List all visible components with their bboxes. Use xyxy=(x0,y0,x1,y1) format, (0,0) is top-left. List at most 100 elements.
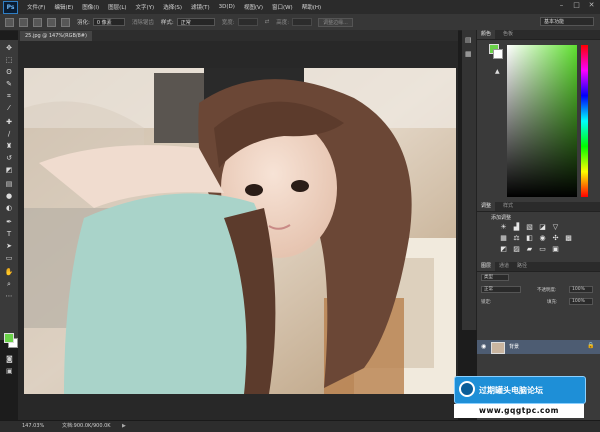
intersect-selection-icon[interactable] xyxy=(61,17,70,27)
maximize-icon[interactable]: □ xyxy=(572,1,581,10)
type-tool-icon[interactable]: T xyxy=(4,230,14,239)
brightness-icon[interactable]: ☀ xyxy=(499,223,508,231)
zoom-level[interactable]: 147.03% xyxy=(22,421,44,432)
tab-swatches[interactable]: 色板 xyxy=(499,30,517,39)
marquee-tool-preset-icon[interactable] xyxy=(5,17,14,27)
style-label: 样式: xyxy=(160,20,174,26)
swap-icon[interactable]: ⇄ xyxy=(265,19,270,25)
vibrance-icon[interactable]: ▽ xyxy=(551,223,560,231)
menu-view[interactable]: 视图(V) xyxy=(244,3,263,11)
layer-name[interactable]: 背景 xyxy=(509,343,519,350)
clone-stamp-tool-icon[interactable]: ♜ xyxy=(4,142,14,151)
hue-saturation-icon[interactable]: ▦ xyxy=(499,234,508,242)
more-tools-icon[interactable]: ⋯ xyxy=(4,292,14,301)
gamut-warning-icon: ▲ xyxy=(495,68,500,75)
canvas-photo[interactable] xyxy=(24,68,456,394)
blend-mode-select[interactable]: 正常 xyxy=(481,286,521,293)
black-white-icon[interactable]: ◧ xyxy=(525,234,534,242)
minimize-icon[interactable]: – xyxy=(557,1,566,10)
lasso-tool-icon[interactable]: ʘ xyxy=(4,68,14,77)
menu-filter[interactable]: 滤镜(T) xyxy=(191,3,210,11)
layer-row-background[interactable]: ◉ 背景 🔒 xyxy=(477,340,600,354)
tab-channels[interactable]: 通道 xyxy=(495,262,513,271)
selective-color-icon[interactable]: ▣ xyxy=(551,245,560,253)
menu-select[interactable]: 选择(S) xyxy=(163,3,182,11)
menu-type[interactable]: 文字(Y) xyxy=(136,3,155,11)
gradient-map-icon[interactable]: ▭ xyxy=(538,245,547,253)
layers-panel-header: 图层 通道 路径 xyxy=(477,262,600,272)
feather-input[interactable]: 0 像素 xyxy=(92,18,125,26)
photo-image xyxy=(24,68,456,394)
document-tab[interactable]: 25.jpg @ 147%(RGB/8#) xyxy=(20,31,92,41)
height-input[interactable] xyxy=(292,18,313,26)
feather-label: 羽化: xyxy=(77,20,90,26)
doc-info: 文档:900.0K/900.0K xyxy=(62,423,111,429)
fill-input[interactable]: 100% xyxy=(569,298,593,305)
healing-brush-tool-icon[interactable]: ✚ xyxy=(4,118,14,127)
visibility-eye-icon[interactable]: ◉ xyxy=(481,343,486,350)
color-field[interactable] xyxy=(507,45,577,197)
foreground-color-swatch[interactable] xyxy=(4,333,14,343)
photo-filter-icon[interactable]: ◉ xyxy=(538,234,547,242)
channel-mixer-icon[interactable]: ✣ xyxy=(551,234,560,242)
workspace-select[interactable]: 基本功能 xyxy=(540,17,594,26)
screen-mode-icon[interactable]: ▣ xyxy=(6,367,13,375)
status-menu-icon[interactable]: ▶ xyxy=(122,421,126,432)
menu-file[interactable]: 文件(F) xyxy=(27,3,45,11)
dodge-tool-icon[interactable]: ◐ xyxy=(4,204,14,213)
menu-image[interactable]: 图像(I) xyxy=(82,3,99,11)
marquee-tool-icon[interactable]: ⬚ xyxy=(4,56,14,65)
close-icon[interactable]: ✕ xyxy=(587,1,596,10)
eraser-tool-icon[interactable]: ◩ xyxy=(4,166,14,175)
tab-adjustments[interactable]: 调整 xyxy=(477,202,496,211)
forum-logo-icon xyxy=(459,381,475,397)
color-panel-header: 颜色 色板 xyxy=(477,30,600,40)
subtract-selection-icon[interactable] xyxy=(47,17,56,27)
tab-color[interactable]: 颜色 xyxy=(477,30,496,39)
threshold-icon[interactable]: ▰ xyxy=(525,245,534,253)
brush-tool-icon[interactable]: ∕ xyxy=(4,130,14,139)
path-select-tool-icon[interactable]: ➤ xyxy=(4,242,14,251)
style-select[interactable]: 正常 xyxy=(176,18,215,26)
tab-styles[interactable]: 样式 xyxy=(499,202,517,211)
opacity-input[interactable]: 100% xyxy=(569,286,593,293)
quick-select-tool-icon[interactable]: ✎ xyxy=(4,80,14,89)
hand-tool-icon[interactable]: ✋ xyxy=(4,268,14,277)
curves-icon[interactable]: ▧ xyxy=(525,223,534,231)
color-balance-icon[interactable]: ⚖ xyxy=(512,234,521,242)
menu-layer[interactable]: 图层(L) xyxy=(108,3,126,11)
history-panel-icon[interactable]: ▤ xyxy=(465,36,472,44)
forum-watermark: 过期罐头电脑论坛 xyxy=(454,376,586,404)
levels-icon[interactable]: ▟ xyxy=(512,223,521,231)
pen-tool-icon[interactable]: ✒ xyxy=(4,218,14,227)
tab-layers[interactable]: 图层 xyxy=(477,262,496,271)
width-input[interactable] xyxy=(237,18,258,26)
menu-edit[interactable]: 编辑(E) xyxy=(54,3,73,11)
adjustment-icons: ☀ ▟ ▧ ◪ ▽ ▦ ⚖ ◧ ◉ ✣ ▩ ◩ ▨ ▰ ▭ ▣ xyxy=(499,223,579,253)
color-lookup-icon[interactable]: ▩ xyxy=(564,234,573,242)
tab-paths[interactable]: 路径 xyxy=(513,262,531,271)
history-brush-tool-icon[interactable]: ↺ xyxy=(4,154,14,163)
antialias-checkbox[interactable]: 消除锯齿 xyxy=(132,18,154,26)
shape-tool-icon[interactable]: ▭ xyxy=(4,254,14,263)
posterize-icon[interactable]: ▨ xyxy=(512,245,521,253)
refine-edge-button[interactable]: 调整边缘... xyxy=(318,17,353,27)
exposure-icon[interactable]: ◪ xyxy=(538,223,547,231)
color-panel-background[interactable] xyxy=(493,49,503,59)
add-selection-icon[interactable] xyxy=(33,17,42,27)
layer-kind-filter[interactable]: 类型 xyxy=(481,274,509,281)
eyedropper-tool-icon[interactable]: ⁄ xyxy=(4,104,14,113)
hue-slider[interactable] xyxy=(581,45,588,197)
properties-panel-icon[interactable]: ▦ xyxy=(465,50,472,58)
menu-window[interactable]: 窗口(W) xyxy=(272,3,293,11)
menu-3d[interactable]: 3D(D) xyxy=(219,4,235,10)
crop-tool-icon[interactable]: ⌗ xyxy=(4,92,14,101)
gradient-tool-icon[interactable]: ▤ xyxy=(4,180,14,189)
blur-tool-icon[interactable]: ● xyxy=(4,192,14,201)
quick-mask-icon[interactable]: ◙ xyxy=(6,355,13,363)
menu-help[interactable]: 帮助(H) xyxy=(302,3,321,11)
invert-icon[interactable]: ◩ xyxy=(499,245,508,253)
move-tool-icon[interactable]: ✥ xyxy=(4,44,14,53)
new-selection-icon[interactable] xyxy=(19,17,28,27)
zoom-tool-icon[interactable]: ⌕ xyxy=(4,280,14,289)
